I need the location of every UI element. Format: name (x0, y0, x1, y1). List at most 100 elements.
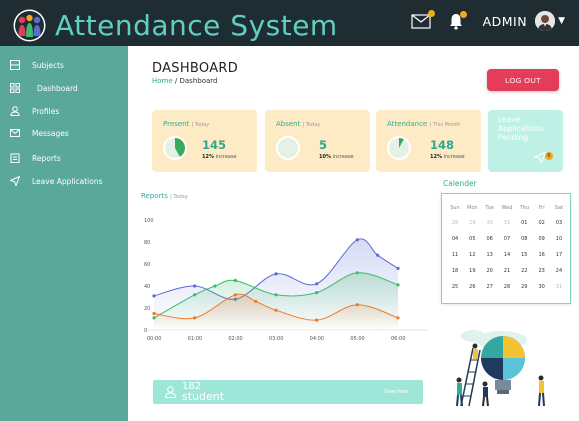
mail-button[interactable] (410, 10, 435, 30)
data-point[interactable] (355, 238, 359, 242)
absent-change: 10% increase (319, 154, 354, 160)
view-students-link[interactable]: View here (384, 389, 409, 395)
present-change-pct: 12% (202, 154, 214, 160)
data-point[interactable] (193, 293, 197, 297)
calendar-weekday: Mon (467, 205, 478, 211)
data-point[interactable] (274, 293, 278, 297)
data-point[interactable] (315, 282, 319, 286)
logout-button[interactable]: LOG OUT (487, 69, 559, 91)
present-change: 12% increase (202, 154, 237, 160)
x-tick-label: 03:00 (269, 336, 283, 342)
list-icon (10, 60, 20, 70)
calendar-day[interactable]: 08 (517, 236, 531, 242)
leave-pending-card[interactable]: Leave Applications Pending 6 (488, 110, 563, 172)
leave-pending-title: Leave Applications Pending (498, 115, 544, 142)
calendar-day[interactable]: 27 (483, 284, 497, 290)
calendar-day[interactable]: 10 (552, 236, 566, 242)
calendar-day[interactable]: 21 (500, 268, 514, 274)
calendar: Sun Mon Tue Wed Thu Fri Sat 28 29 30 31 01 02 03 04 05 0… (441, 193, 571, 304)
calendar-day[interactable]: 29 (517, 284, 531, 290)
calendar-week-row: 25 26 27 28 29 30 31 (448, 284, 566, 290)
breadcrumb-home[interactable]: Home (152, 77, 173, 85)
data-point[interactable] (233, 278, 237, 283)
calendar-day[interactable]: 09 (535, 236, 549, 242)
reports-chart: 100 80 60 40 20 000:00 01:00 02:00 03:00 04:00 05:… (144, 218, 428, 342)
calendar-day[interactable]: 28 (500, 284, 514, 290)
data-point[interactable] (254, 299, 258, 303)
calendar-day[interactable]: 23 (535, 268, 549, 274)
calendar-day[interactable]: 14 (500, 252, 514, 258)
calendar-day[interactable]: 28 (448, 220, 462, 226)
data-point[interactable] (193, 284, 197, 288)
y-tick-label: 100 (144, 218, 154, 224)
sidebar-item-dashboard[interactable]: Dashboard (10, 81, 78, 95)
data-point[interactable] (213, 284, 217, 288)
data-point[interactable] (152, 311, 156, 316)
data-point[interactable] (274, 308, 278, 312)
data-point[interactable] (274, 272, 278, 276)
data-point[interactable] (233, 293, 237, 297)
sidebar-item-label: Dashboard (37, 83, 78, 93)
calendar-day[interactable]: 26 (465, 284, 479, 290)
calendar-day[interactable]: 04 (448, 236, 462, 242)
mail-icon (10, 129, 20, 137)
data-point[interactable] (315, 318, 319, 322)
calendar-day[interactable]: 07 (500, 236, 514, 242)
x-tick-label: 06:00 (391, 336, 405, 342)
send-icon (534, 152, 546, 163)
calendar-day[interactable]: 24 (552, 268, 566, 274)
calendar-day[interactable]: 17 (552, 252, 566, 258)
sidebar-item-label: Leave Applications (32, 176, 103, 186)
data-point[interactable] (355, 303, 359, 307)
calendar-day[interactable]: 05 (465, 236, 479, 242)
calendar-day[interactable]: 15 (517, 252, 531, 258)
calendar-day[interactable]: 22 (517, 268, 531, 274)
calendar-day[interactable]: 30 (535, 284, 549, 290)
data-point[interactable] (315, 291, 319, 295)
data-point[interactable] (396, 283, 400, 287)
mail-icon (410, 14, 431, 29)
y-tick-label: 60 (144, 262, 150, 268)
data-point[interactable] (396, 316, 400, 320)
data-point[interactable] (355, 271, 359, 275)
data-point[interactable] (396, 266, 400, 270)
user-icon (10, 106, 20, 116)
calendar-day[interactable]: 25 (448, 284, 462, 290)
calendar-day[interactable]: 02 (535, 220, 549, 226)
grid-icon (10, 83, 20, 93)
attendance-change: 12% increase (430, 154, 465, 160)
calendar-day[interactable]: 03 (552, 220, 566, 226)
calendar-day[interactable]: 18 (448, 268, 462, 274)
data-point[interactable] (152, 294, 156, 298)
calendar-weekday: Tue (485, 205, 494, 211)
sidebar-item-messages[interactable]: Messages (10, 126, 69, 140)
calendar-day[interactable]: 12 (465, 252, 479, 258)
calendar-day[interactable]: 16 (535, 252, 549, 258)
sidebar-item-profiles[interactable]: Profiles (10, 104, 59, 118)
calendar-day[interactable]: 13 (483, 252, 497, 258)
caret-down-icon[interactable]: ▼ (558, 16, 565, 26)
x-tick-label: 05:00 (350, 336, 364, 342)
calendar-day[interactable]: 01 (517, 220, 531, 226)
calendar-day[interactable]: 31 (552, 284, 566, 290)
sidebar-item-reports[interactable]: Reports (10, 151, 61, 165)
calendar-day[interactable]: 06 (483, 236, 497, 242)
calendar-day[interactable]: 29 (465, 220, 479, 226)
calendar-day[interactable]: 20 (483, 268, 497, 274)
calendar-week-row: 11 12 13 14 15 16 17 (448, 252, 566, 258)
data-point[interactable] (376, 253, 380, 257)
notification-button[interactable] (449, 11, 467, 30)
present-card: Present | Today 145 12% increase (152, 110, 257, 172)
leave-pending-count: 6 (545, 152, 553, 160)
calendar-day[interactable]: 11 (448, 252, 462, 258)
calendar-day[interactable]: 31 (500, 220, 514, 226)
absent-progress-ring (276, 136, 300, 160)
avatar[interactable] (535, 11, 556, 31)
user-name: ADMIN (482, 13, 528, 29)
data-point[interactable] (193, 316, 197, 320)
sidebar-item-subjects[interactable]: Subjects (10, 58, 64, 72)
calendar-day[interactable]: 30 (483, 220, 497, 226)
reports-title-text: Reports (141, 192, 168, 200)
sidebar-item-leave-applications[interactable]: Leave Applications (10, 174, 103, 188)
calendar-day[interactable]: 19 (465, 268, 479, 274)
